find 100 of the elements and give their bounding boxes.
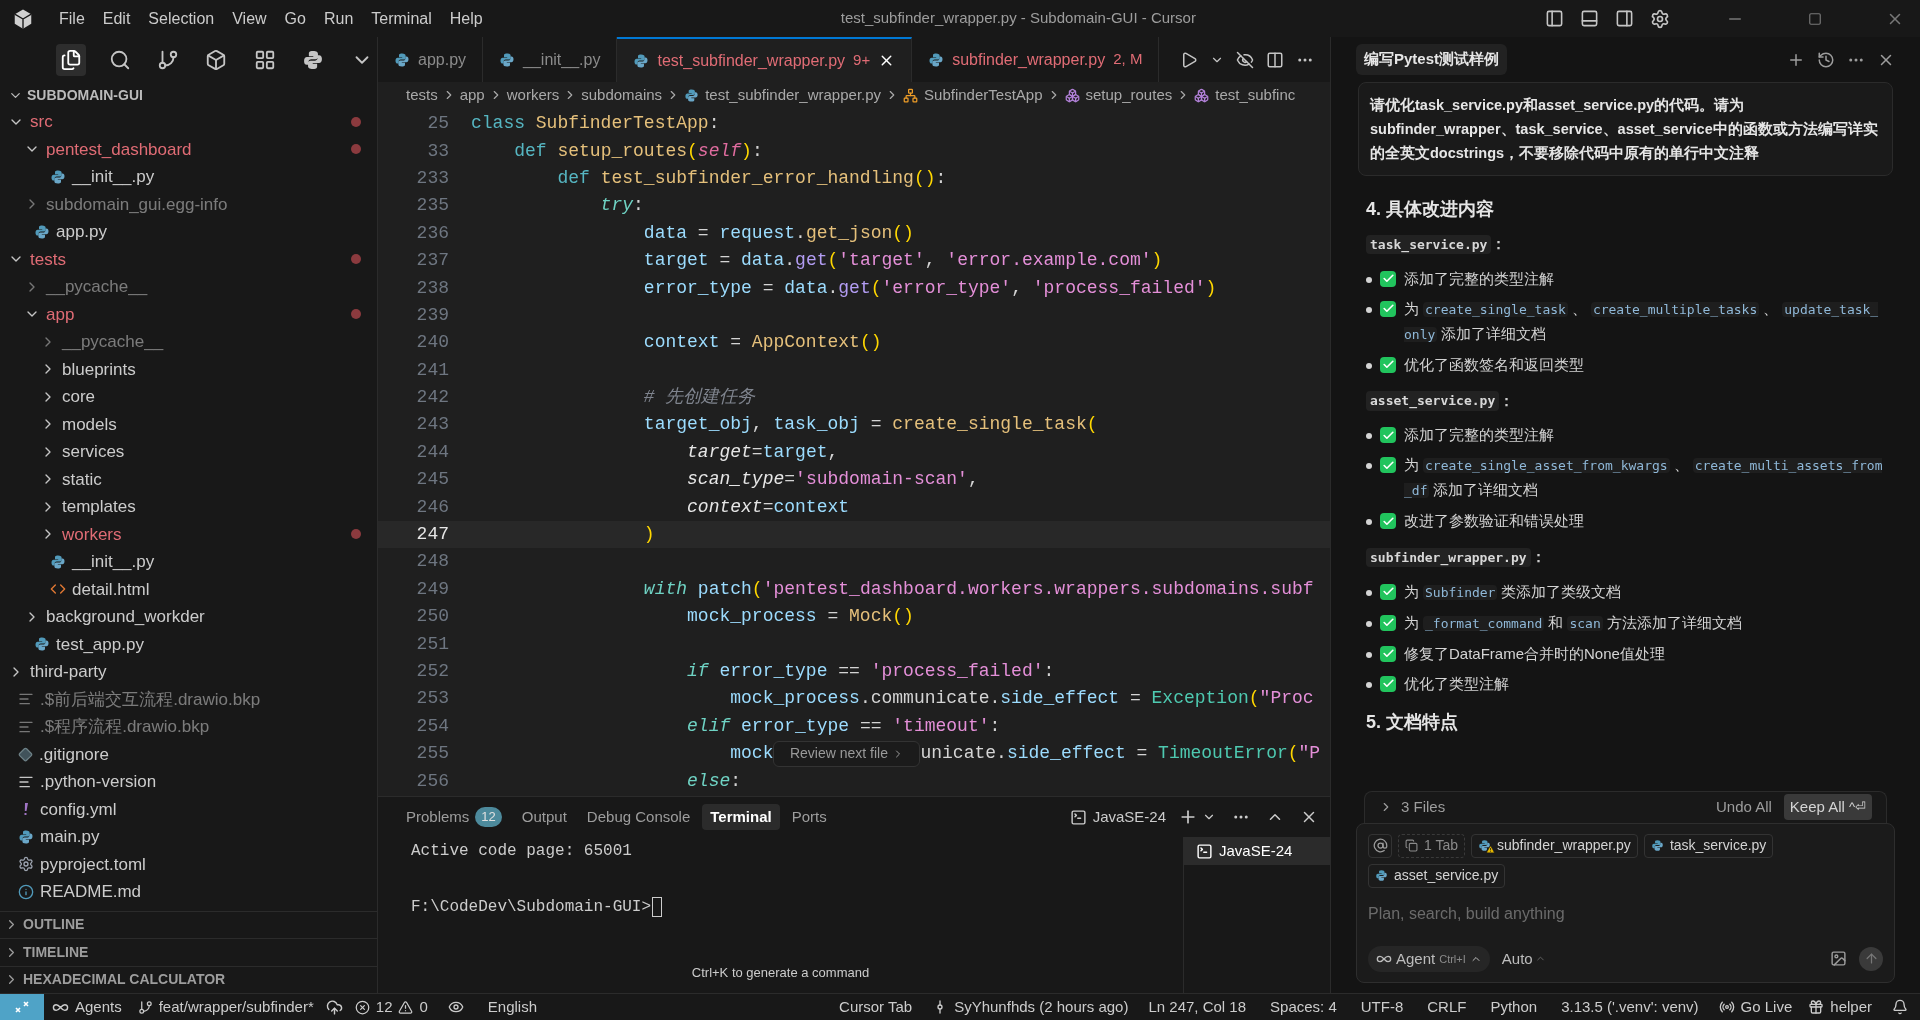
chat-input[interactable]: Plan, search, build anything — [1368, 899, 1883, 928]
editor-tab[interactable]: test_subfinder_wrapper.py 9+ — [617, 37, 913, 82]
tree-item[interactable]: pentest_dashboard — [0, 135, 377, 163]
menu-item[interactable]: View — [223, 6, 276, 31]
maximize-icon[interactable] — [1808, 11, 1822, 26]
tree-item[interactable]: test_app.py — [0, 630, 377, 658]
tree-item[interactable]: .$前后端交互流程.drawio.bkp — [0, 685, 377, 713]
toggle-secondary-sidebar-icon[interactable] — [1615, 9, 1634, 28]
settings-icon[interactable] — [1650, 8, 1670, 29]
mention-button[interactable] — [1368, 833, 1392, 858]
file-context-chip[interactable]: asset_service.py — [1368, 863, 1506, 888]
tree-item[interactable]: app — [0, 300, 377, 328]
changed-files-toggle[interactable]: 3 Files — [1401, 795, 1446, 819]
problems-item[interactable]: 12 0 — [346, 995, 436, 1019]
toggle-panel-icon[interactable] — [1580, 9, 1599, 28]
tree-item[interactable]: templates — [0, 493, 377, 521]
tree-item[interactable]: .python-version — [0, 768, 377, 796]
breadcrumb[interactable]: test_subfinder_wrapper.py — [684, 83, 882, 107]
tree-item[interactable]: app.py — [0, 218, 377, 246]
status-item[interactable]: CRLF — [1415, 995, 1479, 1019]
tree-item[interactable]: .$程序流程.drawio.bkp — [0, 713, 377, 741]
code-editor[interactable] — [378, 108, 1330, 796]
eye-off-icon[interactable] — [1236, 50, 1254, 69]
review-next-file-button[interactable]: Review next file — [773, 740, 921, 767]
panel-tab[interactable]: Ports — [783, 804, 835, 830]
file-context-chip[interactable]: task_service.py — [1643, 833, 1774, 858]
terminal-list-item[interactable]: JavaSE-24 — [1184, 837, 1330, 865]
run-icon[interactable] — [1180, 50, 1198, 69]
tree-item[interactable]: subdomain_gui.egg-info — [0, 190, 377, 218]
status-item[interactable]: 3.13.5 ('.venv': venv) — [1549, 995, 1711, 1019]
status-item[interactable]: UTF-8 — [1348, 995, 1416, 1019]
menu-item[interactable]: File — [50, 6, 94, 31]
tree-item[interactable]: __pycache__ — [0, 273, 377, 301]
tree-item[interactable]: .gitignore — [0, 740, 377, 768]
terminal-profile[interactable]: JavaSE-24 — [1069, 805, 1166, 829]
tree-item[interactable]: detail.html — [0, 575, 377, 603]
tree-item[interactable]: README.md — [0, 878, 377, 906]
breadcrumb[interactable]: tests — [406, 83, 438, 107]
branch-item[interactable]: feat/wrapper/subfinder* — [129, 995, 322, 1019]
go-live-item[interactable]: Go Live — [1710, 995, 1801, 1019]
git-file-icon — [18, 746, 33, 762]
status-item[interactable]: Spaces: 4 — [1258, 995, 1349, 1019]
panel-tab[interactable]: Output — [513, 804, 575, 830]
tree-item[interactable]: src — [0, 108, 377, 136]
breadcrumb[interactable]: test_subfinc — [1194, 83, 1296, 107]
tree-item[interactable]: __init__.py — [0, 163, 377, 191]
tree-item[interactable]: pyproject.toml — [0, 850, 377, 878]
agent-mode-button[interactable]: Agent Ctrl+I — [1368, 945, 1490, 972]
panel-tab[interactable]: Problems 12 — [398, 804, 510, 830]
agents-item[interactable]: Agents — [44, 995, 130, 1019]
breadcrumb[interactable]: SubfinderTestApp — [903, 83, 1043, 107]
tree-item[interactable]: background_workder — [0, 603, 377, 631]
menu-item[interactable]: Help — [440, 6, 492, 31]
menu-item[interactable]: Terminal — [362, 6, 441, 31]
menu-item[interactable]: Run — [314, 6, 363, 31]
keep-all-button[interactable]: Keep All ^⏎ — [1783, 793, 1872, 821]
helper-item[interactable]: helper — [1800, 995, 1880, 1019]
cloud-upload-icon[interactable] — [325, 998, 343, 1016]
tree-item[interactable]: models — [0, 410, 377, 438]
tree-item[interactable]: __pycache__ — [0, 328, 377, 356]
file-context-chip[interactable]: subfinder_wrapper.py — [1471, 833, 1638, 858]
model-selector[interactable]: Auto — [1501, 947, 1546, 970]
image-icon[interactable] — [1830, 950, 1847, 968]
breadcrumb[interactable]: app — [459, 83, 485, 107]
tab-context-chip[interactable]: 1 Tab — [1398, 833, 1465, 858]
tree-item[interactable]: core — [0, 383, 377, 411]
breadcrumb[interactable]: setup_routes — [1064, 83, 1173, 107]
explorer-title[interactable]: SUBDOMAIN-GUI — [0, 82, 377, 108]
chat-title-tab[interactable]: 编写Pytest测试样例 — [1356, 44, 1508, 75]
tree-item[interactable]: services — [0, 438, 377, 466]
tree-item[interactable]: third-party — [0, 658, 377, 686]
collapsed-section[interactable]: OUTLINE — [0, 910, 377, 938]
collapsed-section[interactable]: TIMELINE — [0, 938, 377, 966]
menu-item[interactable]: Edit — [93, 6, 140, 31]
activity-tab[interactable] — [56, 43, 87, 76]
blame-item[interactable]: SyYhunfhds (2 hours ago) — [924, 995, 1137, 1019]
status-item[interactable]: English — [475, 995, 550, 1019]
split-editor-icon[interactable] — [1266, 50, 1284, 69]
tree-item[interactable]: blueprints — [0, 355, 377, 383]
panel-tab[interactable]: Debug Console — [578, 804, 699, 830]
undo-all-button[interactable]: Undo All — [1715, 795, 1772, 819]
send-button[interactable] — [1859, 946, 1883, 971]
status-item[interactable]: Ln 247, Col 18 — [1136, 995, 1259, 1019]
tree-item[interactable]: static — [0, 465, 377, 493]
tree-item[interactable]: main.py — [0, 823, 377, 851]
tree-item[interactable]: __init__.py — [0, 548, 377, 576]
menu-item[interactable]: Go — [275, 6, 315, 31]
notifications-icon[interactable] — [1892, 999, 1908, 1015]
eye-icon[interactable] — [447, 999, 464, 1015]
history-icon[interactable] — [1817, 50, 1835, 69]
panel-tab[interactable]: Terminal — [702, 804, 780, 830]
toggle-sidebar-icon[interactable] — [1545, 9, 1564, 28]
tree-item[interactable]: tests — [0, 245, 377, 273]
status-item[interactable]: Cursor Tab — [827, 995, 925, 1019]
status-item[interactable]: Python — [1478, 995, 1550, 1019]
tree-item[interactable]: config.yml — [0, 795, 377, 823]
tree-item[interactable]: workers — [0, 520, 377, 548]
menu-item[interactable]: Selection — [139, 6, 224, 31]
breadcrumb[interactable]: workers — [506, 83, 560, 107]
breadcrumb[interactable]: subdomains — [581, 83, 663, 107]
